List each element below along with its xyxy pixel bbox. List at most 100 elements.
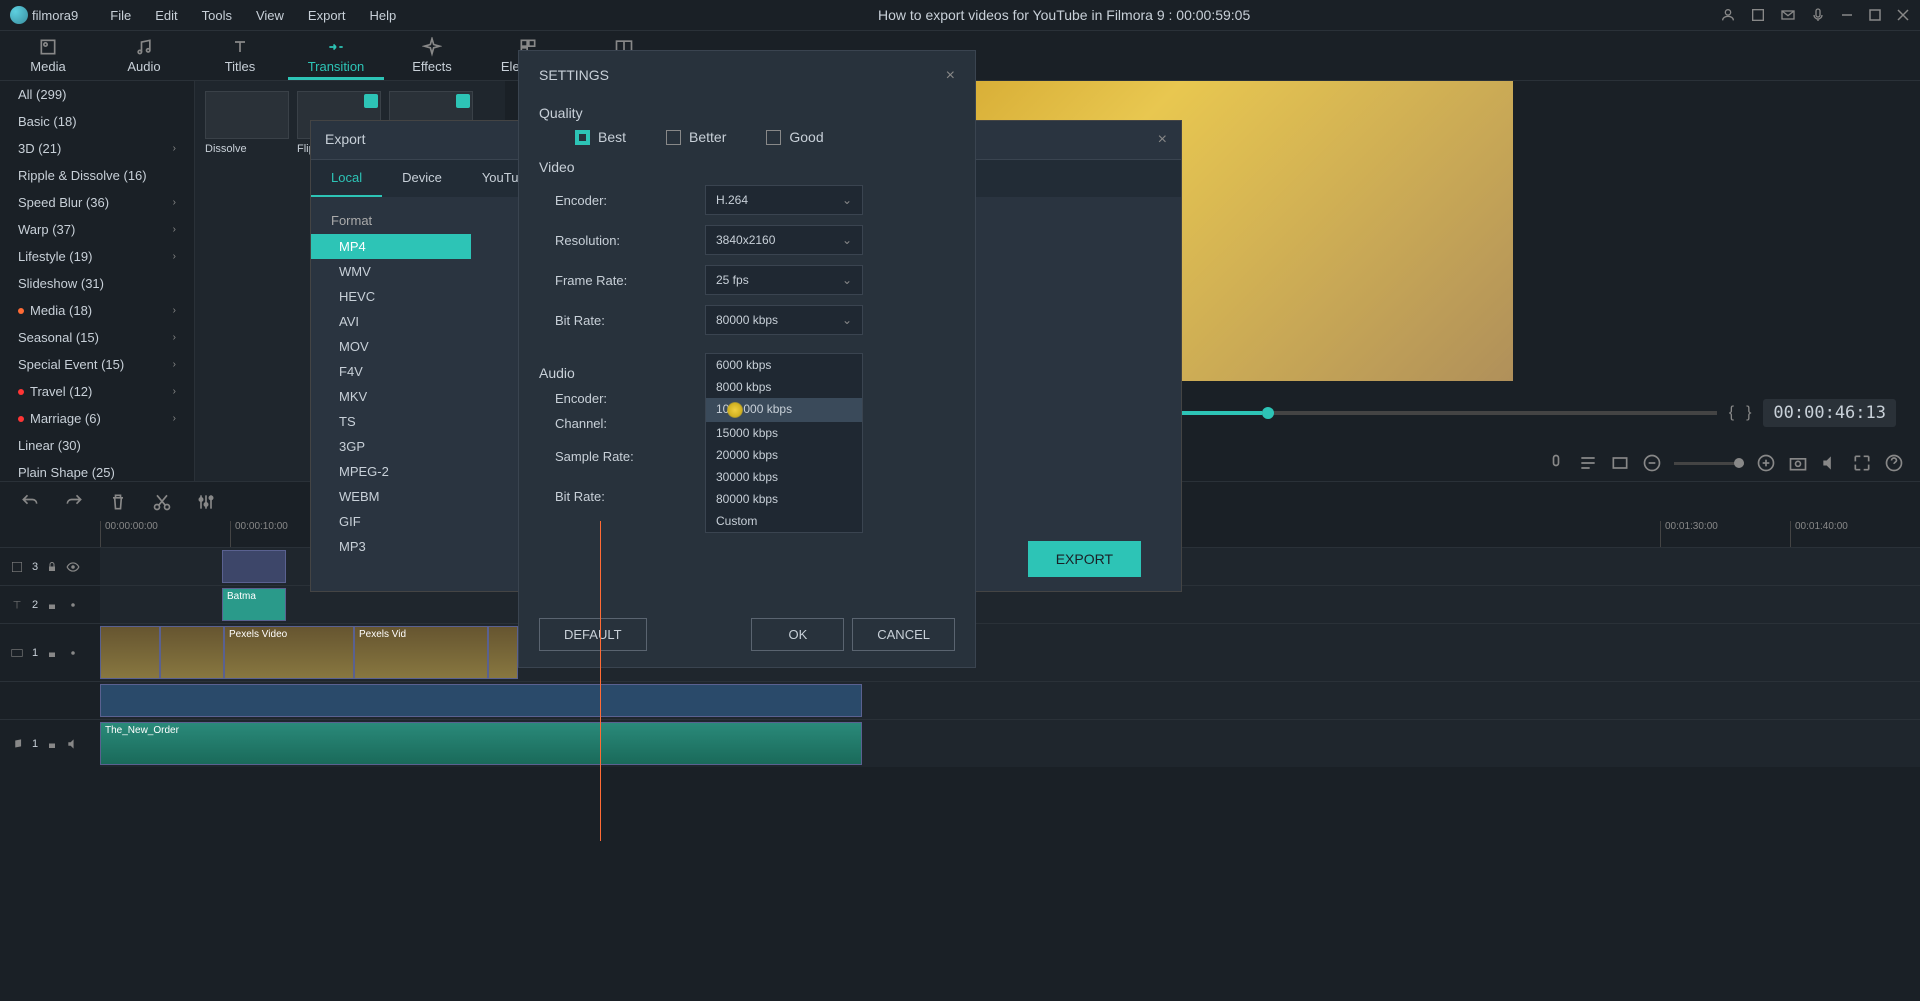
resolution-select[interactable]: 3840x2160⌄ [705, 225, 863, 255]
format-item[interactable]: MKV [311, 384, 471, 409]
menu-export[interactable]: Export [296, 2, 358, 29]
track-content[interactable]: Pexels Video Pexels Vid [100, 624, 1920, 681]
sidebar-item[interactable]: Lifestyle (19)› [0, 243, 194, 270]
sidebar-item[interactable]: All (299) [0, 81, 194, 108]
zoom-slider[interactable] [1674, 462, 1744, 465]
dropdown-option[interactable]: 8000 kbps [706, 376, 862, 398]
dropdown-option[interactable]: Custom [706, 510, 862, 532]
sidebar-item[interactable]: Ripple & Dissolve (16) [0, 162, 194, 189]
format-item[interactable]: MP3 [311, 534, 471, 559]
format-item[interactable]: MPEG-2 [311, 459, 471, 484]
video-clip[interactable]: Pexels Vid [354, 626, 488, 679]
redo-icon[interactable] [64, 492, 84, 512]
format-item[interactable]: 3GP [311, 434, 471, 459]
tab-audio[interactable]: Audio [96, 31, 192, 80]
tab-transition[interactable]: Transition [288, 31, 384, 80]
menu-tools[interactable]: Tools [190, 2, 244, 29]
sidebar-item[interactable]: Speed Blur (36)› [0, 189, 194, 216]
sidebar-item[interactable]: Marriage (6)› [0, 405, 194, 432]
default-button[interactable]: DEFAULT [539, 618, 647, 651]
video-clip[interactable] [160, 626, 224, 679]
sidebar-item[interactable]: Basic (18) [0, 108, 194, 135]
export-close-icon[interactable]: × [1158, 131, 1167, 149]
track-content[interactable]: The_New_Order [100, 720, 1920, 767]
dropdown-option[interactable]: 20000 kbps [706, 444, 862, 466]
menu-help[interactable]: Help [358, 2, 409, 29]
lock-icon[interactable] [46, 599, 58, 611]
export-tab-local[interactable]: Local [311, 160, 382, 197]
tab-titles[interactable]: Titles [192, 31, 288, 80]
ratio-icon[interactable] [1610, 453, 1630, 473]
format-item[interactable]: MP4 [311, 234, 471, 259]
eye-icon[interactable] [66, 560, 80, 574]
maximize-icon[interactable] [1868, 8, 1882, 22]
track-head[interactable]: 2 [0, 586, 100, 623]
title-clip[interactable]: Batma [222, 588, 286, 621]
volume-icon[interactable] [1820, 453, 1840, 473]
format-item[interactable]: GIF [311, 509, 471, 534]
fullscreen-icon[interactable] [1852, 453, 1872, 473]
sidebar-item[interactable]: Seasonal (15)› [0, 324, 194, 351]
cut-icon[interactable] [152, 492, 172, 512]
transition-thumb[interactable]: Dissolve [205, 91, 289, 155]
video-clip[interactable] [488, 626, 518, 679]
sidebar-item[interactable]: Plain Shape (25) [0, 459, 194, 481]
tab-effects[interactable]: Effects [384, 31, 480, 80]
save-icon[interactable] [1750, 7, 1766, 23]
sidebar-item[interactable]: Special Event (15)› [0, 351, 194, 378]
track-head[interactable]: 1 [0, 624, 100, 681]
dropdown-option[interactable]: 6000 kbps [706, 354, 862, 376]
audio-clip[interactable]: The_New_Order [100, 722, 862, 765]
voiceover-icon[interactable] [1546, 453, 1566, 473]
linked-audio-clip[interactable] [100, 684, 862, 717]
video-encoder-select[interactable]: H.264⌄ [705, 185, 863, 215]
track-head[interactable] [0, 682, 100, 719]
track-head[interactable]: 3 [0, 548, 100, 585]
format-item[interactable]: F4V [311, 359, 471, 384]
dropdown-option[interactable]: 30000 kbps [706, 466, 862, 488]
account-icon[interactable] [1720, 7, 1736, 23]
settings-close-icon[interactable]: × [946, 67, 955, 85]
sidebar-item[interactable]: Warp (37)› [0, 216, 194, 243]
export-tab-device[interactable]: Device [382, 160, 462, 197]
lock-icon[interactable] [46, 561, 58, 573]
quality-good[interactable]: Good [766, 129, 823, 145]
lock-icon[interactable] [46, 738, 58, 750]
quality-best[interactable]: Best [575, 129, 626, 145]
favorite-icon[interactable] [456, 94, 470, 108]
format-item[interactable]: MOV [311, 334, 471, 359]
marker-icon[interactable] [1578, 453, 1598, 473]
help-icon[interactable] [1884, 453, 1904, 473]
tab-media[interactable]: Media [0, 31, 96, 80]
favorite-icon[interactable] [364, 94, 378, 108]
speaker-icon[interactable] [66, 737, 80, 751]
video-clip[interactable]: Pexels Video [224, 626, 354, 679]
mic-icon[interactable] [1810, 7, 1826, 23]
adjust-icon[interactable] [196, 492, 216, 512]
menu-view[interactable]: View [244, 2, 296, 29]
dropdown-option[interactable]: 10000 kbps [706, 398, 862, 422]
sidebar-item[interactable]: Slideshow (31) [0, 270, 194, 297]
sidebar-item[interactable]: Travel (12)› [0, 378, 194, 405]
format-item[interactable]: WMV [311, 259, 471, 284]
track-head[interactable]: 1 [0, 720, 100, 767]
export-button[interactable]: EXPORT [1028, 541, 1141, 577]
bracket-out-icon[interactable]: } [1746, 404, 1751, 422]
menu-file[interactable]: File [98, 2, 143, 29]
fx-clip[interactable] [222, 550, 286, 583]
eye-icon[interactable] [66, 646, 80, 660]
ok-button[interactable]: OK [751, 618, 844, 651]
sidebar-item[interactable]: Linear (30) [0, 432, 194, 459]
menu-edit[interactable]: Edit [143, 2, 189, 29]
format-item[interactable]: WEBM [311, 484, 471, 509]
scrubber-handle[interactable] [1262, 407, 1274, 419]
framerate-select[interactable]: 25 fps⌄ [705, 265, 863, 295]
sidebar-item[interactable]: 3D (21)› [0, 135, 194, 162]
cancel-button[interactable]: CANCEL [852, 618, 955, 651]
video-clip[interactable] [100, 626, 160, 679]
zoom-out-icon[interactable] [1642, 453, 1662, 473]
mail-icon[interactable] [1780, 7, 1796, 23]
delete-icon[interactable] [108, 492, 128, 512]
sidebar-item[interactable]: Media (18)› [0, 297, 194, 324]
format-item[interactable]: AVI [311, 309, 471, 334]
